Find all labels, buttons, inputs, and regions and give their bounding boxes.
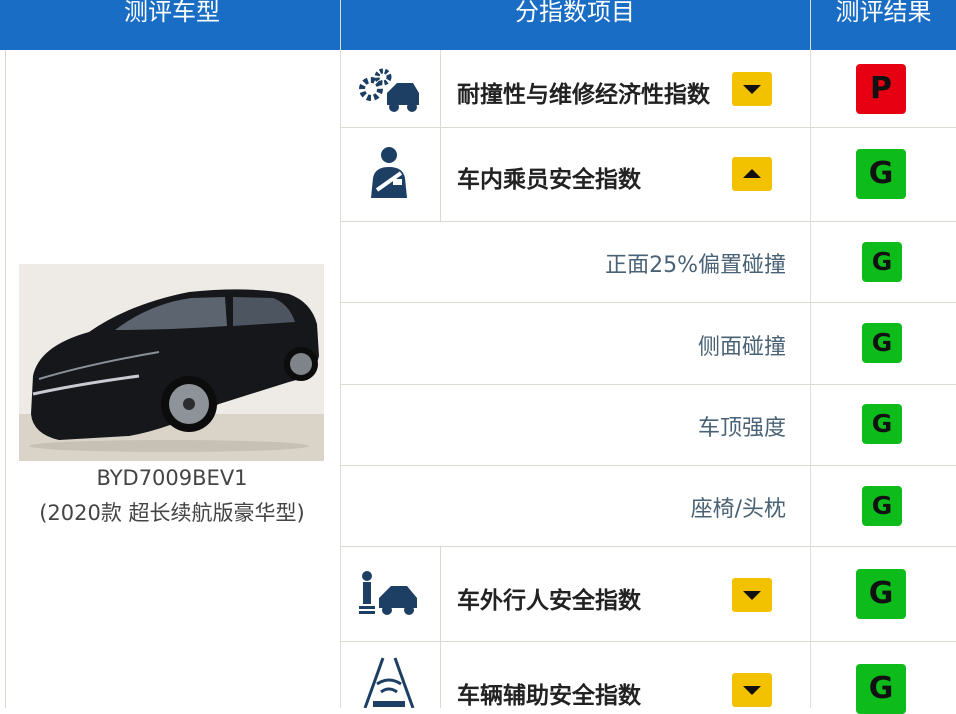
row-label-occupant: 车内乘员安全指数 xyxy=(457,167,641,193)
pedestrian-car-icon xyxy=(357,568,421,622)
rating-badge-frontal: G xyxy=(862,242,902,282)
vehicle-photo xyxy=(19,264,324,461)
sub-label-frontal: 正面25%偏置碰撞 xyxy=(605,253,786,278)
rating-badge-side: G xyxy=(862,323,902,363)
expand-toggle-pedestrian[interactable] xyxy=(732,578,772,612)
header-col-result: 测评结果 xyxy=(835,0,932,26)
row-label-repair: 耐撞性与维修经济性指数 xyxy=(457,82,710,108)
expand-toggle-assist[interactable] xyxy=(732,673,772,707)
rating-badge-pedestrian: G xyxy=(856,569,906,619)
row-divider xyxy=(340,302,956,303)
rating-badge-seat: G xyxy=(862,486,902,526)
vehicle-model-desc: (2020款 超长续航版豪华型) xyxy=(39,501,305,525)
rating-badge-roof: G xyxy=(862,404,902,444)
driver-assist-radar-icon xyxy=(357,654,421,709)
header-col-model: 测评车型 xyxy=(124,0,220,26)
chevron-down-icon xyxy=(743,591,761,600)
sub-label-side: 侧面碰撞 xyxy=(697,335,786,360)
row-divider xyxy=(340,546,956,547)
rating-badge-repair: P xyxy=(856,64,906,114)
row-divider xyxy=(340,641,956,642)
expand-toggle-repair[interactable] xyxy=(732,72,772,106)
rating-badge-assist: G xyxy=(856,664,906,714)
chevron-up-icon xyxy=(743,169,761,178)
sub-label-roof: 车顶强度 xyxy=(697,416,786,441)
rating-badge-occupant: G xyxy=(856,149,906,199)
row-divider xyxy=(340,384,956,385)
table-header: 测评车型 分指数项目 测评结果 xyxy=(0,0,956,50)
divider-icon-label xyxy=(440,50,441,222)
divider-items-result xyxy=(810,0,811,708)
header-col-items: 分指数项目 xyxy=(515,0,635,26)
car-repair-gears-icon xyxy=(357,63,421,117)
border-left xyxy=(5,50,6,708)
sub-label-seat: 座椅/头枕 xyxy=(690,497,786,522)
chevron-down-icon xyxy=(743,85,761,94)
row-label-assist: 车辆辅助安全指数 xyxy=(457,683,641,709)
row-divider xyxy=(340,127,956,128)
row-divider xyxy=(340,465,956,466)
row-label-pedestrian: 车外行人安全指数 xyxy=(457,588,641,614)
seated-occupant-seatbelt-icon xyxy=(357,146,421,200)
divider-model-items xyxy=(340,0,341,708)
row-divider xyxy=(340,221,956,222)
chevron-down-icon xyxy=(743,686,761,695)
collapse-toggle-occupant[interactable] xyxy=(732,157,772,191)
vehicle-model-code: BYD7009BEV1 xyxy=(96,466,248,490)
divider-icon-label-2 xyxy=(440,547,441,708)
